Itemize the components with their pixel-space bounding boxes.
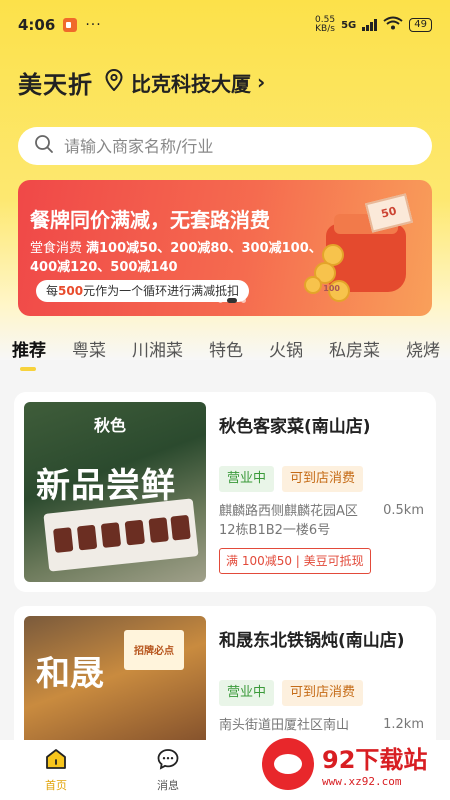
banner-pager: [218, 298, 246, 303]
search-bar[interactable]: [18, 127, 432, 165]
shop-badges: 营业中 可到店消费: [219, 680, 364, 706]
nav-messages[interactable]: 消息: [112, 740, 224, 800]
network-speed: 0.55 KB/s: [315, 15, 336, 34]
tab-hotpot[interactable]: 火锅: [269, 336, 303, 361]
message-icon: [156, 747, 180, 774]
search-icon: [34, 134, 54, 158]
dine-in-badge: 可到店消费: [282, 466, 364, 492]
shop-distance: 0.5km: [383, 503, 424, 518]
watermark: 92下载站 www.xz92.com: [262, 735, 442, 793]
location-selector[interactable]: 比克科技大厦: [131, 68, 251, 97]
shop-thumbnail: 秋色 新品尝鲜: [24, 402, 206, 582]
location-pin-icon[interactable]: [105, 68, 123, 95]
tab-cantonese[interactable]: 粤菜: [72, 336, 106, 361]
signal-icon: [362, 19, 378, 31]
category-tabs: 推荐 粤菜 川湘菜 特色 火锅 私房菜 烧烤: [0, 330, 450, 371]
banner-line-1: 堂食消费 满100减50、200减80、300减100、: [30, 241, 322, 256]
status-bar: 4:06 ··· 0.55 KB/s 5G 49: [0, 0, 450, 50]
tab-sichuan-hunan[interactable]: 川湘菜: [132, 336, 183, 361]
food-plate-image: [43, 498, 199, 572]
search-input[interactable]: [64, 136, 404, 156]
tab-recommend[interactable]: 推荐: [12, 336, 46, 371]
shop-card[interactable]: 和晟 招牌必点 和晟东北铁锅炖(南山店) 营业中 可到店消费 南头街道田厦社区南…: [14, 606, 436, 756]
coin-icon: [304, 276, 322, 294]
wifi-icon: [383, 16, 403, 34]
shop-thumbnail: 和晟 招牌必点: [24, 616, 206, 756]
tab-bbq[interactable]: 烧烤: [406, 336, 440, 361]
shop-card[interactable]: 秋色 新品尝鲜 秋色客家菜(南山店) 营业中 可到店消费 麒麟路西侧麒麟花园A区…: [14, 392, 436, 592]
screen-record-icon: [63, 18, 78, 32]
status-time: 4:06: [18, 16, 56, 34]
shop-distance: 1.2km: [383, 717, 424, 732]
watermark-title: 92下载站: [322, 746, 428, 774]
more-notifications-icon: ···: [85, 17, 102, 33]
home-icon: [44, 747, 68, 774]
banner-title: 餐牌同价满减，无套路消费: [30, 208, 270, 232]
battery-icon: 49: [409, 18, 432, 32]
chevron-right-icon[interactable]: ›: [257, 70, 265, 94]
shop-address: 麒麟路西侧麒麟花园A区12栋B1B2一楼6号: [219, 504, 358, 538]
coin-value: 100: [323, 284, 340, 293]
shop-badges: 营业中 可到店消费: [219, 466, 364, 492]
shop-name[interactable]: 秋色客家菜(南山店): [219, 412, 371, 437]
app-title: 美天折: [18, 70, 93, 99]
tab-private-kitchen[interactable]: 私房菜: [329, 336, 380, 361]
status-indicators: 0.55 KB/s 5G 49: [315, 16, 432, 34]
app-header: 美天折 比克科技大厦 ›: [18, 62, 265, 102]
nav-home[interactable]: 首页: [0, 740, 112, 800]
banner-line-2: 400减120、500减140: [30, 260, 178, 275]
network-type: 5G: [341, 19, 357, 31]
tab-specialty[interactable]: 特色: [209, 336, 243, 361]
signature-dish-sign: 招牌必点: [124, 630, 184, 670]
shop-address: 南头街道田厦社区南山: [219, 718, 350, 733]
watermark-logo-icon: [262, 738, 314, 790]
status-badge: 营业中: [219, 680, 275, 706]
cash-bill-icon: 50: [364, 193, 414, 233]
promo-banner[interactable]: 餐牌同价满减，无套路消费 堂食消费 满100减50、200减80、300减100、…: [18, 180, 432, 316]
status-badge: 营业中: [219, 466, 275, 492]
watermark-url: www.xz92.com: [322, 775, 402, 788]
nav-messages-label: 消息: [157, 779, 179, 792]
discount-tag: 满 100减50 | 美豆可抵现: [219, 548, 371, 574]
dine-in-badge: 可到店消费: [282, 680, 364, 706]
shop-name[interactable]: 和晟东北铁锅炖(南山店): [219, 626, 405, 651]
nav-home-label: 首页: [45, 779, 67, 792]
